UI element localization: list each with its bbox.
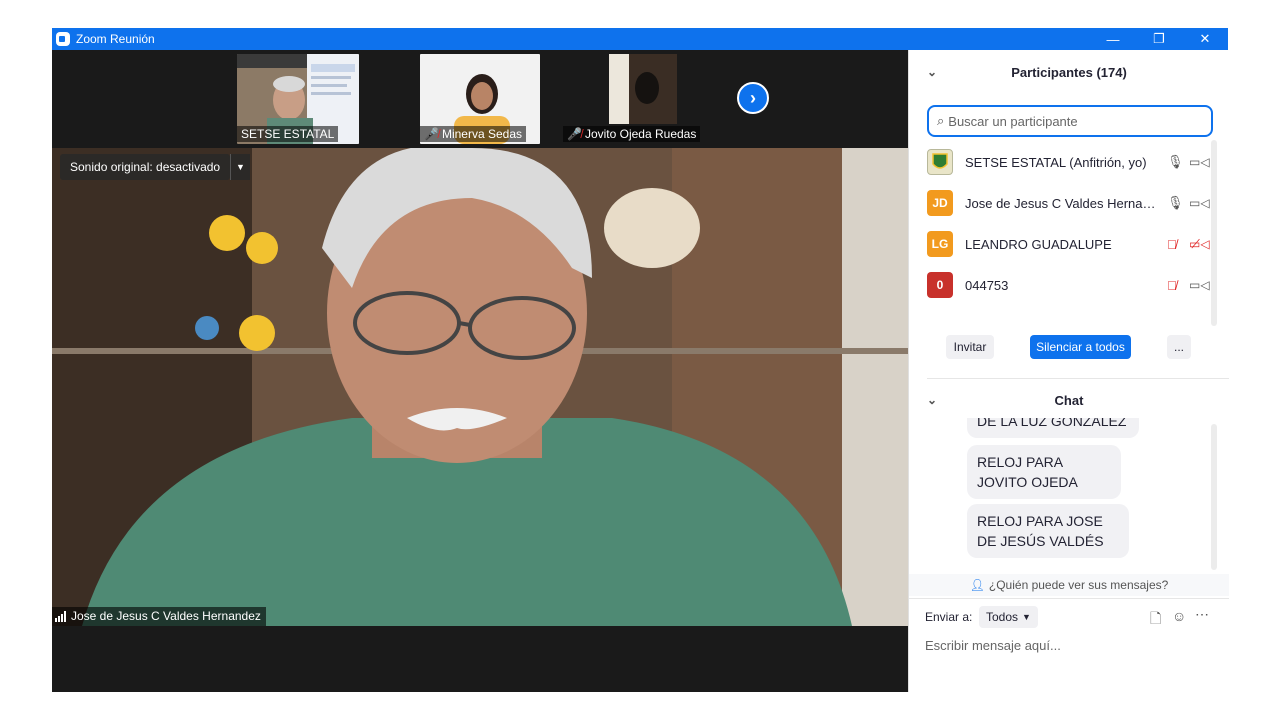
participant-row[interactable]: LG LEANDRO GUADALUPE 🎙̸ ▭̸◁ bbox=[909, 224, 1221, 264]
more-icon[interactable]: ⋯ bbox=[1195, 606, 1209, 623]
speaker-name-label: Jose de Jesus C Valdes Hernandez bbox=[52, 607, 266, 626]
signal-strength-icon bbox=[55, 610, 66, 622]
participants-title: Participantes (174) bbox=[1011, 64, 1127, 80]
avatar: 0 bbox=[927, 272, 953, 298]
invite-button[interactable]: Invitar bbox=[946, 335, 994, 359]
camera-icon[interactable]: ▭◁ bbox=[1189, 155, 1210, 169]
window-title: Zoom Reunión bbox=[76, 32, 155, 46]
send-to-value: Todos bbox=[986, 610, 1019, 624]
main-speaker-video: Sonido original: desactivado ▼ Jose de J… bbox=[52, 148, 908, 626]
restore-button[interactable]: ❐ bbox=[1136, 28, 1182, 50]
original-sound-toggle[interactable]: Sonido original: desactivado bbox=[60, 154, 231, 180]
chevron-down-icon: ▼ bbox=[1022, 612, 1031, 622]
muted-mic-icon[interactable]: 🎙̸ bbox=[1167, 237, 1177, 252]
who-sees-text: ¿Quién puede ver sus mensajes? bbox=[988, 578, 1169, 592]
next-page-arrow-icon[interactable]: › bbox=[737, 82, 769, 114]
speaker-name: Jose de Jesus C Valdes Hernandez bbox=[71, 609, 261, 623]
camera-icon[interactable]: ▭◁ bbox=[1189, 196, 1210, 210]
thumbnail-name-text: Minerva Sedas bbox=[441, 127, 522, 141]
avatar bbox=[927, 149, 953, 175]
camera-icon[interactable]: ▭◁ bbox=[1189, 278, 1210, 292]
collapse-chat-chevron-icon[interactable]: ⌄ bbox=[927, 393, 937, 407]
sound-options-caret-icon[interactable]: ▼ bbox=[230, 154, 250, 180]
search-icon: ⌕ bbox=[937, 113, 945, 128]
who-can-see-messages[interactable]: 👤︎ ¿Quién puede ver sus mensajes? bbox=[909, 574, 1229, 596]
thumbnail-name: 🎤̸ Jovito Ojeda Ruedas bbox=[563, 126, 701, 142]
minimize-button[interactable]: — bbox=[1090, 28, 1136, 50]
participant-row[interactable]: 0 044753 🎙̸ ▭◁ bbox=[909, 265, 1221, 305]
sidebar-panel: ⌄ Participantes (174) ⌕ SETSE ESTATAL (A… bbox=[908, 50, 1229, 692]
participant-name: Jose de Jesus C Valdes Hernandez bbox=[965, 195, 1161, 211]
thumbnail-name-text: Jovito Ojeda Ruedas bbox=[584, 127, 697, 141]
chat-message-input[interactable]: Escribir mensaje aquí... bbox=[925, 638, 1061, 653]
zoom-app-icon bbox=[56, 32, 70, 46]
thumbnail-strip: SETSE ESTATAL 🎤̸ Minerva Sedas 🎤̸ Jovito… bbox=[52, 50, 908, 148]
mute-all-button[interactable]: Silenciar a todos bbox=[1030, 335, 1131, 359]
participant-list: SETSE ESTATAL (Anfitrión, yo) 🎙︎ ▭◁ JD J… bbox=[909, 140, 1221, 328]
thumbnail-name: 🎤̸ Minerva Sedas bbox=[420, 126, 526, 142]
zoom-window: Zoom Reunión — ❐ ✕ SETSE ESTATAL 🎤̸ Mine… bbox=[52, 28, 1229, 692]
setse-logo-icon bbox=[932, 153, 948, 169]
participant-search-box: ⌕ bbox=[927, 105, 1213, 137]
collapse-participants-chevron-icon[interactable]: ⌄ bbox=[927, 65, 937, 79]
person-lock-icon: 👤︎ bbox=[969, 578, 985, 592]
thumbnail-setse[interactable]: SETSE ESTATAL bbox=[237, 54, 359, 144]
chat-header: ⌄ Chat bbox=[909, 378, 1229, 422]
send-to-label: Enviar a: bbox=[925, 610, 973, 624]
thumbnail-minerva[interactable]: 🎤̸ Minerva Sedas bbox=[420, 54, 540, 144]
chat-message: DE LA LUZ GONZÁLEZ bbox=[967, 418, 1139, 438]
participant-name: SETSE ESTATAL (Anfitrión, yo) bbox=[965, 154, 1147, 170]
chat-message: RELOJ PARA JOSE DE JESÚS VALDÉS bbox=[967, 504, 1129, 558]
participant-list-scrollbar[interactable] bbox=[1211, 140, 1217, 326]
camera-off-icon[interactable]: ▭̸◁ bbox=[1189, 237, 1210, 251]
more-options-button[interactable]: ... bbox=[1167, 335, 1191, 359]
speaker-video-frame bbox=[52, 148, 908, 626]
participant-row[interactable]: JD Jose de Jesus C Valdes Hernandez 🎙︎ ▭… bbox=[909, 183, 1221, 223]
muted-mic-icon[interactable]: 🎙̸ bbox=[1167, 278, 1177, 293]
participant-name: 044753 bbox=[965, 277, 1009, 293]
video-area: SETSE ESTATAL 🎤̸ Minerva Sedas 🎤̸ Jovito… bbox=[52, 50, 908, 692]
window-controls: — ❐ ✕ bbox=[1090, 28, 1228, 50]
send-to-dropdown[interactable]: Todos ▼ bbox=[979, 606, 1038, 628]
avatar: JD bbox=[927, 190, 953, 216]
thumbnail-name: SETSE ESTATAL bbox=[237, 126, 339, 142]
emoji-icon[interactable]: ☺ bbox=[1172, 608, 1186, 624]
mic-icon[interactable]: 🎙︎ bbox=[1167, 154, 1184, 170]
title-bar: Zoom Reunión — ❐ ✕ bbox=[52, 28, 1228, 50]
muted-mic-icon: 🎤̸ bbox=[424, 127, 439, 141]
muted-mic-icon: 🎤̸ bbox=[567, 127, 582, 141]
participants-header: ⌄ Participantes (174) bbox=[909, 50, 1229, 94]
file-icon[interactable]: 🗋 bbox=[1150, 608, 1161, 632]
participant-row[interactable]: SETSE ESTATAL (Anfitrión, yo) 🎙︎ ▭◁ bbox=[909, 142, 1221, 182]
send-to-row: Enviar a: Todos ▼ 🗋 ☺ ⋯ bbox=[909, 604, 1229, 630]
chat-message: RELOJ PARA JOVITO OJEDA bbox=[967, 445, 1121, 499]
participant-actions: Invitar Silenciar a todos ... bbox=[909, 335, 1229, 365]
chat-scrollbar[interactable] bbox=[1211, 424, 1217, 570]
thumbnail-jovito[interactable]: 🎤̸ Jovito Ojeda Ruedas bbox=[563, 54, 723, 144]
participant-name: LEANDRO GUADALUPE bbox=[965, 236, 1112, 252]
close-button[interactable]: ✕ bbox=[1182, 28, 1228, 50]
chat-title: Chat bbox=[1054, 392, 1084, 408]
section-divider bbox=[909, 598, 1229, 599]
mic-icon[interactable]: 🎙︎ bbox=[1167, 195, 1184, 211]
avatar: LG bbox=[927, 231, 953, 257]
chat-messages: DE LA LUZ GONZÁLEZ RELOJ PARA JOVITO OJE… bbox=[909, 418, 1221, 572]
participant-search-input[interactable] bbox=[948, 113, 1189, 129]
